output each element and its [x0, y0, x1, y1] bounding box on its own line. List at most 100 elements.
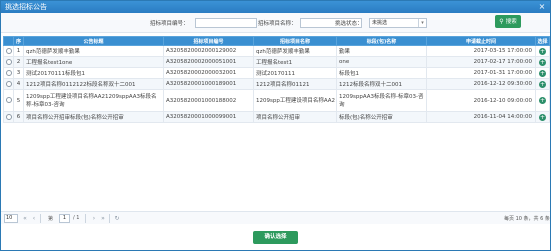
row-title: 测试20170111标段包1 — [23, 67, 164, 79]
project-code-label: 招标项目编号： — [150, 21, 189, 27]
add-icon[interactable]: + — [539, 47, 546, 55]
status-select[interactable]: 未挑选 ▾ — [369, 18, 427, 28]
row-name: 项目名称公开招审 — [253, 111, 337, 123]
prev-page-icon[interactable]: ‹ — [30, 214, 38, 223]
row-section: 标段包1 — [336, 67, 427, 79]
table-row[interactable]: 4 1212项目名称0112122标段名称双十二001 A32058200010… — [3, 78, 550, 90]
page-size-select[interactable]: 10 — [4, 214, 18, 223]
row-name: 测试20170111 — [253, 67, 337, 79]
header-radio — [3, 36, 14, 46]
row-radio[interactable] — [3, 45, 14, 57]
row-select[interactable]: + — [535, 89, 550, 112]
row-select[interactable]: + — [535, 56, 550, 68]
header-section-name: 标段(包)名称 — [336, 36, 427, 46]
page-label: 第 — [48, 216, 54, 222]
status-value: 未挑选 — [372, 20, 388, 26]
row-index: 4 — [13, 78, 24, 90]
row-radio[interactable] — [3, 67, 14, 79]
refresh-icon[interactable]: ↻ — [113, 214, 121, 223]
row-section: 1209sppAA3标段名称-标章03-咨询 — [336, 89, 427, 112]
current-page-input[interactable]: 1 — [59, 214, 70, 223]
next-page-icon[interactable]: › — [90, 214, 98, 223]
row-deadline: 2016-12-10 09:00:00 — [426, 89, 536, 112]
row-code: A3205820002000032001 — [163, 67, 254, 79]
radio-button[interactable] — [5, 69, 12, 76]
row-select[interactable]: + — [535, 111, 550, 123]
row-name: 工程报名test1 — [253, 56, 337, 68]
add-icon[interactable]: + — [539, 69, 546, 77]
table-row[interactable]: 3 测试20170111标段包1 A3205820002000032001 测试… — [3, 67, 550, 79]
project-code-input[interactable] — [195, 18, 257, 28]
row-name: 1212项目名称01121 — [253, 78, 337, 90]
row-name: qzh范德萨发顺丰勤果 — [253, 45, 337, 57]
row-index: 3 — [13, 67, 24, 79]
header-select: 选择 — [535, 36, 550, 46]
row-deadline: 2017-01-31 17:00:00 — [426, 67, 536, 79]
radio-button[interactable] — [5, 80, 12, 87]
row-index: 2 — [13, 56, 24, 68]
row-code: A3205820001000189001 — [163, 78, 254, 90]
table-row[interactable]: 2 工程报名test1one A3205820002000051001 工程报名… — [3, 56, 550, 68]
add-icon[interactable]: + — [539, 80, 546, 88]
row-radio[interactable] — [3, 89, 14, 112]
current-page-value: 1 — [62, 215, 67, 221]
pagination-bar: 10 « ‹ 第 1 / 1 › » ↻ 每页 10 条，共 6 条 — [1, 211, 550, 224]
header-project-code: 招标项目编号 — [163, 36, 254, 46]
row-index: 5 — [13, 89, 24, 112]
header-index: 序 — [13, 36, 24, 46]
row-section: 标段(包)名称公开招审 — [336, 111, 427, 123]
row-title: 1212项目名称0112122标段名称双十二001 — [23, 78, 164, 90]
table-header-row: 序 公告标题 招标项目编号 招标项目名称 标段(包)名称 申请截止时间 选择 — [3, 36, 550, 46]
add-icon[interactable]: + — [539, 58, 546, 66]
add-icon[interactable]: + — [539, 113, 546, 121]
row-code: A3205820002000129002 — [163, 45, 254, 57]
pager-summary: 每页 10 条，共 6 条 — [504, 216, 550, 222]
row-title: 项目名称公开招审标段(包)名称公开招审 — [23, 111, 164, 123]
first-page-icon[interactable]: « — [21, 214, 29, 223]
row-select[interactable]: + — [535, 78, 550, 90]
row-deadline: 2017-02-17 17:00:00 — [426, 56, 536, 68]
filter-bar: 招标项目编号： 招标项目名称： 挑选状态： 未挑选 ▾ — [1, 13, 550, 33]
table-row[interactable]: 6 项目名称公开招审标段(包)名称公开招审 A32058200010000990… — [3, 111, 550, 123]
confirm-selection-button[interactable]: 确认选择 — [253, 231, 298, 244]
row-select[interactable]: + — [535, 45, 550, 57]
header-project-name: 招标项目名称 — [253, 36, 337, 46]
close-icon[interactable]: × — [537, 1, 547, 13]
dialog-title: 挑选招标公告 — [5, 3, 47, 11]
row-deadline: 2017-03-15 17:00:00 — [426, 45, 536, 57]
row-radio[interactable] — [3, 111, 14, 123]
chevron-down-icon: ▾ — [418, 19, 426, 27]
pager-divider — [85, 214, 86, 223]
row-radio[interactable] — [3, 56, 14, 68]
row-code: A3205820001000188002 — [163, 89, 254, 112]
search-button-label: 搜索 — [505, 19, 517, 25]
page-size-value: 10 — [6, 215, 13, 221]
row-section: 勤果 — [336, 45, 427, 57]
project-name-label: 招标项目名称： — [258, 21, 297, 27]
radio-button[interactable] — [5, 113, 12, 120]
row-code: A3205820002000051001 — [163, 56, 254, 68]
row-index: 1 — [13, 45, 24, 57]
row-title: 工程报名test1one — [23, 56, 164, 68]
table-row[interactable]: 1 qzh范德萨发顺丰勤果 A3205820002000129002 qzh范德… — [3, 45, 550, 57]
radio-button[interactable] — [5, 47, 12, 54]
radio-button[interactable] — [5, 97, 12, 103]
table-row[interactable]: 5 1209spp工程建设项目名称AA21209sppAA3标段名称-标章03-… — [3, 89, 550, 112]
dialog-window: 挑选招标公告 × 招标项目编号： 招标项目名称： 挑选状态： 未挑选 ▾ ⚲ 搜索… — [0, 0, 551, 251]
pager-divider — [109, 214, 110, 223]
last-page-icon[interactable]: » — [99, 214, 107, 223]
total-pages-label: / 1 — [73, 215, 80, 221]
status-label: 挑选状态： — [335, 21, 363, 27]
announcement-table: 序 公告标题 招标项目编号 招标项目名称 标段(包)名称 申请截止时间 选择 1… — [3, 36, 550, 123]
row-section: 1212标段名称双十二001 — [336, 78, 427, 90]
add-icon[interactable]: + — [539, 96, 546, 104]
row-index: 6 — [13, 111, 24, 123]
row-title: qzh范德萨发顺丰勤果 — [23, 45, 164, 57]
row-name: 1209spp工程建设项目名称AA2 — [253, 89, 337, 112]
row-radio[interactable] — [3, 78, 14, 90]
row-select[interactable]: + — [535, 67, 550, 79]
search-icon: ⚲ — [499, 18, 504, 25]
header-deadline: 申请截止时间 — [426, 36, 536, 46]
search-button[interactable]: ⚲ 搜索 — [495, 15, 521, 28]
radio-button[interactable] — [5, 58, 12, 65]
